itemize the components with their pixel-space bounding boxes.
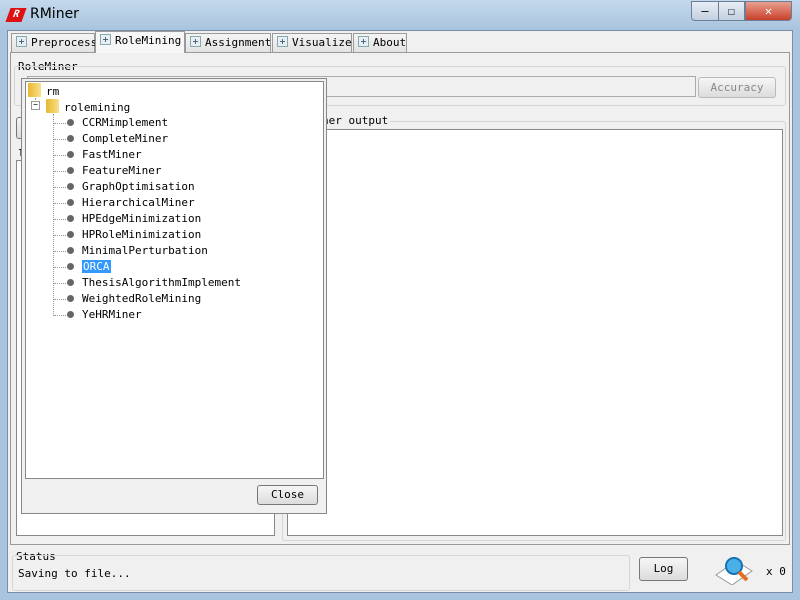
leaf-node-icon bbox=[67, 263, 74, 270]
tree-root-label: rm bbox=[46, 85, 60, 98]
close-window-button[interactable]: ✕ bbox=[745, 1, 792, 21]
tree-item[interactable]: ORCA bbox=[67, 259, 111, 275]
plus-icon bbox=[100, 34, 111, 45]
tree-item[interactable]: ThesisAlgorithmImplement bbox=[67, 275, 241, 291]
tab-rolemining[interactable]: RoleMining bbox=[95, 31, 185, 53]
leaf-node-icon bbox=[67, 135, 74, 142]
leaf-node-icon bbox=[67, 311, 74, 318]
tab-label: Assignment bbox=[205, 36, 272, 49]
tree-item-label: WeightedRoleMining bbox=[82, 292, 202, 305]
minimize-button[interactable]: — bbox=[691, 1, 719, 21]
plus-icon bbox=[190, 36, 201, 47]
window-title: RMiner bbox=[30, 6, 79, 22]
tree-item-label: MinimalPerturbation bbox=[82, 244, 208, 257]
tab-assignment[interactable]: Assignment bbox=[185, 33, 271, 53]
output-title: ner output bbox=[320, 114, 391, 127]
tab-label: About bbox=[373, 36, 407, 49]
tab-label: Visualize bbox=[292, 36, 352, 49]
tree-item[interactable]: CompleteMiner bbox=[67, 131, 168, 147]
plus-icon bbox=[277, 36, 288, 47]
leaf-node-icon bbox=[67, 199, 74, 206]
tree-item-label: HPEdgeMinimization bbox=[82, 212, 202, 225]
tree-folder-label: rolemining bbox=[64, 101, 131, 114]
tree-popup: rm − rolemining CCRMimplement CompleteMin… bbox=[21, 78, 327, 514]
folder-icon bbox=[28, 83, 41, 97]
count-label: x 0 bbox=[766, 565, 786, 578]
tree-item-label: CCRMimplement bbox=[82, 116, 169, 129]
tree-item[interactable]: FeatureMiner bbox=[67, 163, 161, 179]
tree-item-label: FastMiner bbox=[82, 148, 142, 161]
tree-item[interactable]: WeightedRoleMining bbox=[67, 291, 201, 307]
log-button[interactable]: Log bbox=[639, 557, 688, 581]
tab-label: Preprocess bbox=[31, 36, 98, 49]
tree-item-label: GraphOptimisation bbox=[82, 180, 195, 193]
tree-item[interactable]: HierarchicalMiner bbox=[67, 195, 195, 211]
tree-item[interactable]: CCRMimplement bbox=[67, 115, 168, 131]
tree-folder-rolemining[interactable]: rolemining bbox=[46, 99, 130, 115]
tree-item-label: HPRoleMinimization bbox=[82, 228, 202, 241]
status-text: Saving to file... bbox=[18, 567, 131, 580]
tree-item-label: ORCA bbox=[82, 260, 111, 273]
tree-item-label: FeatureMiner bbox=[82, 164, 162, 177]
tree-item[interactable]: GraphOptimisation bbox=[67, 179, 195, 195]
search-document-icon[interactable] bbox=[714, 555, 754, 586]
tab-about[interactable]: About bbox=[353, 33, 407, 53]
tree-item[interactable]: HPEdgeMinimization bbox=[67, 211, 201, 227]
class-tree[interactable]: rm − rolemining CCRMimplement CompleteMin… bbox=[25, 81, 324, 479]
close-button[interactable]: Close bbox=[257, 485, 318, 505]
leaf-node-icon bbox=[67, 231, 74, 238]
tree-item-label: HierarchicalMiner bbox=[82, 196, 195, 209]
leaf-node-icon bbox=[67, 215, 74, 222]
tree-root[interactable]: rm bbox=[28, 83, 59, 99]
plus-icon bbox=[16, 36, 27, 47]
leaf-node-icon bbox=[67, 151, 74, 158]
collapse-icon[interactable]: − bbox=[31, 101, 40, 110]
leaf-node-icon bbox=[67, 167, 74, 174]
tab-preprocess[interactable]: Preprocess bbox=[11, 33, 98, 53]
tree-item-label: YeHRMiner bbox=[82, 308, 142, 321]
leaf-node-icon bbox=[67, 295, 74, 302]
tree-item[interactable]: HPRoleMinimization bbox=[67, 227, 201, 243]
accuracy-button[interactable]: Accuracy bbox=[698, 77, 776, 98]
leaf-node-icon bbox=[67, 119, 74, 126]
tab-visualize[interactable]: Visualize bbox=[272, 33, 352, 53]
maximize-button[interactable]: ☐ bbox=[718, 1, 745, 21]
tab-label: RoleMining bbox=[115, 34, 182, 47]
output-area[interactable] bbox=[287, 129, 783, 536]
leaf-node-icon bbox=[67, 183, 74, 190]
title-bar bbox=[0, 0, 800, 30]
plus-icon bbox=[358, 36, 369, 47]
tree-item[interactable]: MinimalPerturbation bbox=[67, 243, 208, 259]
tree-item[interactable]: YeHRMiner bbox=[67, 307, 142, 323]
leaf-node-icon bbox=[67, 279, 74, 286]
tree-item-label: CompleteMiner bbox=[82, 132, 169, 145]
tree-item-label: ThesisAlgorithmImplement bbox=[82, 276, 241, 289]
tree-item[interactable]: FastMiner bbox=[67, 147, 142, 163]
leaf-node-icon bbox=[67, 247, 74, 254]
folder-icon bbox=[46, 99, 59, 113]
